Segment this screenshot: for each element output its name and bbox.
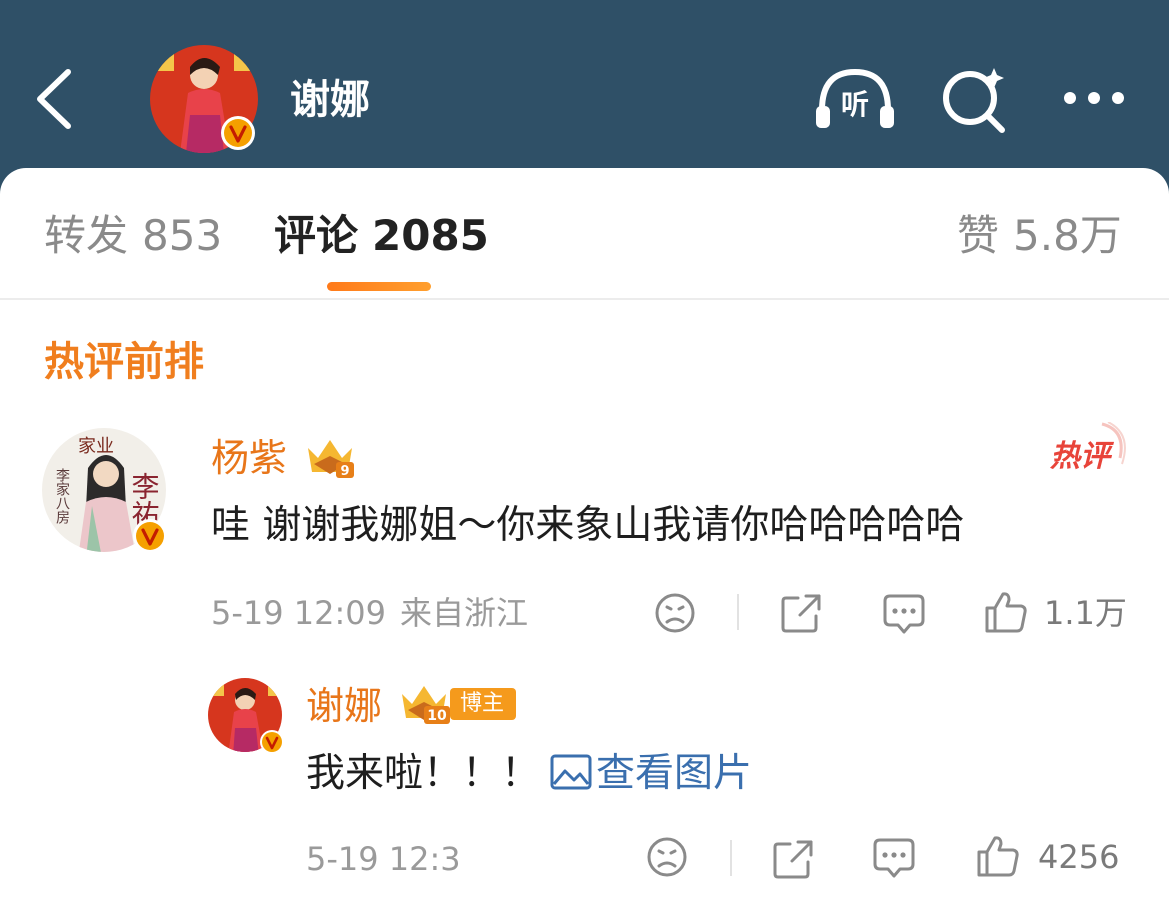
- repost-count: 853: [142, 211, 223, 260]
- like-count: 5.8万: [1013, 211, 1122, 260]
- avatar[interactable]: [208, 678, 286, 756]
- comment-username[interactable]: 杨紫: [211, 432, 287, 484]
- share-icon[interactable]: [780, 592, 822, 634]
- active-tab-indicator: [327, 282, 431, 291]
- hot-comment-badge: 热评: [1049, 422, 1126, 472]
- view-image-link[interactable]: 查看图片: [550, 746, 752, 802]
- section-title: 热评前排: [44, 339, 204, 385]
- image-icon: [550, 754, 592, 790]
- back-icon[interactable]: [30, 66, 80, 132]
- avatar-label: 家业: [78, 436, 114, 457]
- avatar-label: 李家八房: [54, 468, 70, 524]
- tab-label: 赞: [957, 211, 1000, 260]
- like-count: 1.1万: [1044, 594, 1127, 632]
- page-title[interactable]: 谢娜: [290, 70, 370, 130]
- listen-icon[interactable]: 听: [812, 66, 898, 130]
- tab-label: 评论: [274, 211, 359, 260]
- comment-meta: 5-19 12:3: [306, 836, 461, 882]
- dislike-face-icon[interactable]: [646, 836, 688, 878]
- like-count: 4256: [1038, 838, 1120, 876]
- comments-panel: 转发 853 评论 2085 赞 5.8万 热评前排 家业 李祐 李家八房 杨紫…: [0, 168, 1169, 898]
- like-icon[interactable]: [976, 834, 1020, 878]
- tab-reposts[interactable]: 转发 853: [44, 208, 222, 264]
- crown-level-icon: 9: [308, 440, 354, 479]
- tab-label: 转发: [44, 211, 129, 260]
- comment-username[interactable]: 谢娜: [306, 680, 382, 732]
- comment-meta: 5-19 12:09 来自浙江: [211, 590, 528, 636]
- comment-icon[interactable]: [882, 592, 926, 636]
- level-number: 9: [340, 464, 349, 479]
- divider: [737, 594, 739, 630]
- view-image-label: 查看图片: [596, 751, 753, 796]
- more-icon[interactable]: [1060, 88, 1128, 108]
- hot-label: 热评: [1049, 439, 1115, 472]
- share-icon[interactable]: [772, 838, 814, 880]
- comment-text: 我来啦！！！: [306, 751, 541, 796]
- comment-time: 5-19 12:09: [211, 594, 387, 632]
- comment-count: 2085: [372, 211, 489, 260]
- comment-location: 来自浙江: [400, 594, 529, 632]
- tab-comments[interactable]: 评论 2085: [274, 208, 489, 264]
- avatar[interactable]: 家业 李祐 李家八房: [42, 428, 172, 558]
- top-bar: 谢娜 听: [0, 0, 1169, 190]
- level-number: 10: [427, 708, 447, 724]
- tab-likes[interactable]: 赞 5.8万: [957, 208, 1122, 264]
- comment-text: 哇 谢谢我娜姐～你来象山我请你哈哈哈哈哈: [211, 503, 965, 548]
- search-icon[interactable]: [940, 64, 1010, 134]
- listen-label: 听: [841, 88, 869, 121]
- dislike-face-icon[interactable]: [654, 592, 696, 634]
- comment-time: 5-19 12:3: [306, 840, 461, 878]
- author-tag: 博主: [450, 688, 517, 720]
- avatar-label: 李祐: [128, 472, 161, 528]
- comment-icon[interactable]: [872, 836, 916, 880]
- divider: [0, 298, 1169, 300]
- avatar[interactable]: [150, 45, 258, 153]
- like-icon[interactable]: [984, 590, 1028, 634]
- divider: [730, 840, 732, 876]
- crown-level-icon: 10: [402, 686, 450, 724]
